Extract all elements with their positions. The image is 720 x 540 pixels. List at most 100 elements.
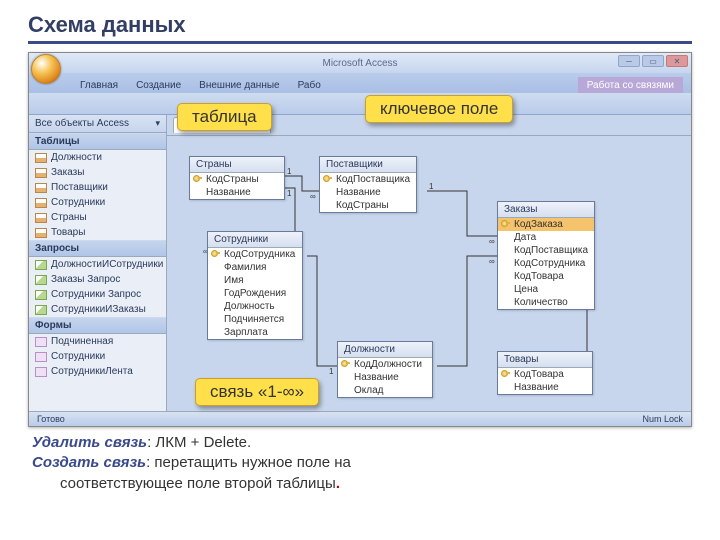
table-header[interactable]: Поставщики [320, 157, 416, 173]
table-window-orders[interactable]: Заказы КодЗаказа Дата КодПоставщика КодС… [497, 201, 595, 310]
svg-text:1: 1 [287, 189, 292, 198]
ribbon-body [29, 93, 691, 115]
nav-header[interactable]: Все объекты Access ▾ [29, 115, 166, 133]
key-icon [501, 220, 510, 229]
field-row[interactable]: Имя [208, 274, 302, 287]
svg-text:1: 1 [429, 182, 434, 191]
key-icon [211, 250, 220, 259]
footer-text-3: соответствующее поле второй таблицы [60, 475, 336, 492]
table-window-products[interactable]: Товары КодТовара Название [497, 351, 593, 395]
relationships-canvas[interactable]: ⚞ Схема данных 1∞ [167, 115, 691, 411]
svg-text:1: 1 [329, 367, 334, 376]
field-row[interactable]: КодСотрудника [208, 248, 302, 261]
svg-text:∞: ∞ [489, 257, 495, 266]
field-row[interactable]: Должность [208, 300, 302, 313]
nav-item-form[interactable]: СотрудникиЛента [29, 364, 166, 379]
query-icon [35, 290, 47, 300]
field-row[interactable]: Название [190, 186, 284, 199]
callout-table: таблица [177, 103, 272, 131]
form-icon [35, 352, 47, 362]
ribbon-tabs: Главная Создание Внешние данные Рабо Раб… [29, 73, 691, 93]
table-icon [35, 213, 47, 223]
tab-home[interactable]: Главная [71, 77, 127, 93]
nav-item-query[interactable]: Заказы Запрос [29, 272, 166, 287]
maximize-button[interactable]: ▭ [642, 55, 664, 67]
close-button[interactable]: ✕ [666, 55, 688, 67]
svg-text:∞: ∞ [489, 237, 495, 246]
field-row[interactable]: КодТовара [498, 270, 594, 283]
footer-bold-2: Создать связь [32, 454, 146, 471]
table-header[interactable]: Должности [338, 342, 432, 358]
nav-item-table[interactable]: Сотрудники [29, 195, 166, 210]
query-icon [35, 260, 47, 270]
nav-item-query[interactable]: СотрудникиИЗаказы [29, 302, 166, 317]
footer-text-2: : перетащить нужное поле на [146, 454, 351, 471]
app-title: Microsoft Access [322, 58, 397, 69]
canvas-body[interactable]: 1∞ 1∞ 1∞ 1∞ 1∞ Страны КодСтраны Название [167, 135, 691, 411]
field-row[interactable]: КодПоставщика [320, 173, 416, 186]
tab-external[interactable]: Внешние данные [190, 77, 288, 93]
key-icon [501, 370, 510, 379]
field-row[interactable]: Название [498, 381, 592, 394]
minimize-button[interactable]: ─ [618, 55, 640, 67]
field-row[interactable]: Подчиняется [208, 313, 302, 326]
nav-item-table[interactable]: Страны [29, 210, 166, 225]
table-header[interactable]: Заказы [498, 202, 594, 218]
field-row[interactable]: КодЗаказа [498, 218, 594, 231]
navigation-pane[interactable]: Все объекты Access ▾ Таблицы Должности З… [29, 115, 167, 411]
field-row[interactable]: Дата [498, 231, 594, 244]
field-row[interactable]: КодСтраны [320, 199, 416, 212]
tab-relationships[interactable]: Работа со связями [578, 77, 683, 93]
field-row[interactable]: Оклад [338, 384, 432, 397]
table-icon [35, 228, 47, 238]
table-icon [35, 168, 47, 178]
tab-dbtools[interactable]: Рабо [289, 77, 330, 93]
red-dot: . [336, 475, 340, 492]
table-icon [35, 198, 47, 208]
table-window-employees[interactable]: Сотрудники КодСотрудника Фамилия Имя Год… [207, 231, 303, 340]
field-row[interactable]: Фамилия [208, 261, 302, 274]
nav-item-table[interactable]: Заказы [29, 165, 166, 180]
table-header[interactable]: Товары [498, 352, 592, 368]
field-row[interactable]: ГодРождения [208, 287, 302, 300]
table-header[interactable]: Сотрудники [208, 232, 302, 248]
field-row[interactable]: КодТовара [498, 368, 592, 381]
field-row[interactable]: Зарплата [208, 326, 302, 339]
nav-item-form[interactable]: Подчиненная [29, 334, 166, 349]
callout-relation: связь «1-∞» [195, 378, 319, 406]
field-row[interactable]: Количество [498, 296, 594, 309]
footer-text-1: : ЛКМ + Delete. [147, 434, 251, 451]
field-row[interactable]: Название [320, 186, 416, 199]
nav-section-tables[interactable]: Таблицы [29, 133, 166, 150]
nav-item-table[interactable]: Поставщики [29, 180, 166, 195]
access-window: Microsoft Access ─ ▭ ✕ Главная Создание … [28, 52, 692, 427]
field-row[interactable]: КодДолжности [338, 358, 432, 371]
window-titlebar: Microsoft Access ─ ▭ ✕ [29, 53, 691, 73]
table-icon [35, 183, 47, 193]
nav-section-forms[interactable]: Формы [29, 317, 166, 334]
nav-item-table[interactable]: Товары [29, 225, 166, 240]
title-rule [28, 41, 692, 44]
field-row[interactable]: Цена [498, 283, 594, 296]
table-header[interactable]: Страны [190, 157, 284, 173]
table-window-suppliers[interactable]: Поставщики КодПоставщика Название КодСтр… [319, 156, 417, 213]
nav-item-query[interactable]: ДолжностиИСотрудники [29, 257, 166, 272]
table-window-countries[interactable]: Страны КодСтраны Название [189, 156, 285, 200]
field-row[interactable]: КодСотрудника [498, 257, 594, 270]
tab-create[interactable]: Создание [127, 77, 190, 93]
field-row[interactable]: КодПоставщика [498, 244, 594, 257]
field-row[interactable]: Название [338, 371, 432, 384]
field-row[interactable]: КодСтраны [190, 173, 284, 186]
status-right: Num Lock [642, 414, 683, 424]
nav-item-form[interactable]: Сотрудники [29, 349, 166, 364]
table-window-positions[interactable]: Должности КодДолжности Название Оклад [337, 341, 433, 398]
footer-text: Удалить связь: ЛКМ + Delete. Создать свя… [28, 433, 692, 494]
office-orb-button[interactable] [31, 54, 61, 84]
status-left: Готово [37, 414, 65, 424]
nav-section-queries[interactable]: Запросы [29, 240, 166, 257]
query-icon [35, 275, 47, 285]
nav-item-table[interactable]: Должности [29, 150, 166, 165]
nav-item-query[interactable]: Сотрудники Запрос [29, 287, 166, 302]
svg-text:∞: ∞ [310, 192, 316, 201]
chevron-down-icon: ▾ [155, 118, 160, 129]
